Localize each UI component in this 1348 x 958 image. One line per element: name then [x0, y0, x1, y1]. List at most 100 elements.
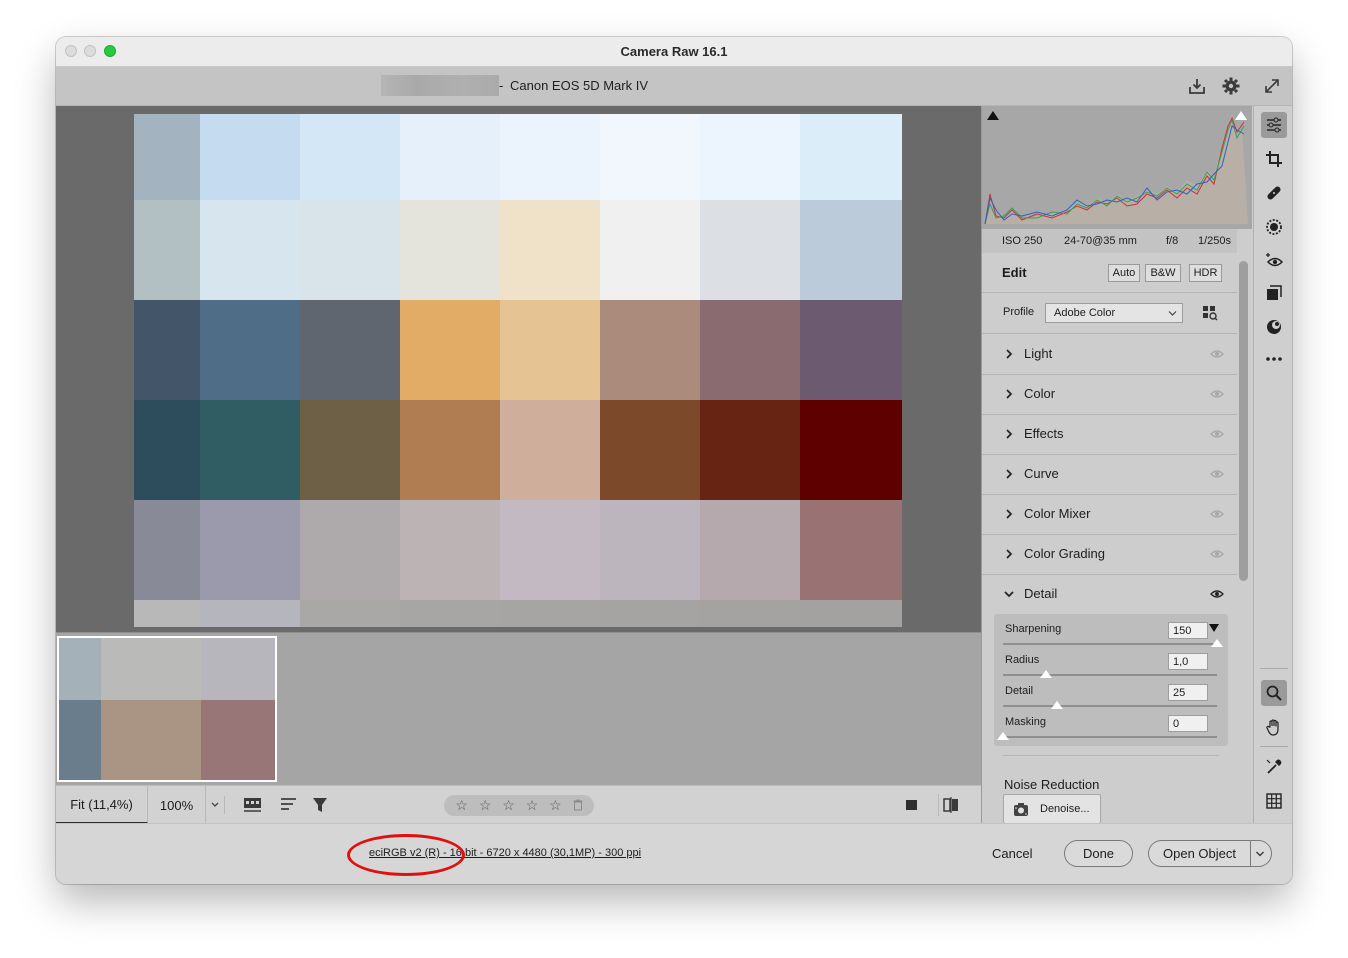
- cancel-button[interactable]: Cancel: [992, 846, 1032, 861]
- detail-sharpening-group: Sharpening 150 Radius 1,0 Detail 25 Mask…: [994, 614, 1228, 746]
- section-light[interactable]: Light: [982, 334, 1237, 375]
- sort-icon[interactable]: [278, 795, 300, 815]
- zoom-dropdown-chevron-icon[interactable]: [206, 796, 225, 814]
- open-object-button[interactable]: Open Object: [1148, 840, 1272, 867]
- histogram-graph: [984, 114, 1248, 225]
- hand-icon[interactable]: [1261, 714, 1287, 740]
- star-icon[interactable]: ☆: [526, 797, 539, 814]
- photo-preview[interactable]: [134, 114, 902, 627]
- visibility-eye-icon[interactable]: [1210, 348, 1224, 360]
- section-color[interactable]: Color: [982, 374, 1237, 415]
- visibility-eye-icon[interactable]: [1210, 508, 1224, 520]
- thumbnail-pixel-block: [59, 700, 101, 780]
- detail-slider-knob[interactable]: [1050, 701, 1063, 709]
- section-curve[interactable]: Curve: [982, 454, 1237, 495]
- edit-sliders-icon[interactable]: [1261, 112, 1287, 138]
- masking-value-field[interactable]: 0: [1168, 715, 1208, 732]
- presets-stack-icon[interactable]: [1261, 280, 1287, 306]
- fit-zoom-button[interactable]: Fit (11,4%): [56, 786, 148, 824]
- photo-pixel-block: [134, 300, 200, 400]
- profile-browser-grid-icon[interactable]: [1201, 304, 1219, 322]
- chevron-down-icon: [1168, 311, 1177, 316]
- photo-pixel-block: [400, 600, 500, 627]
- detail-value-field[interactable]: 25: [1168, 684, 1208, 701]
- bottom-view-bar: Fit (11,4%) 100% ☆ ☆ ☆ ☆ ☆: [56, 785, 981, 824]
- radius-value-field[interactable]: 1,0: [1168, 653, 1208, 670]
- masking-icon[interactable]: [1261, 214, 1287, 240]
- section-effects[interactable]: Effects: [982, 414, 1237, 455]
- aperture-value: f/8: [1166, 235, 1179, 247]
- radius-slider-track[interactable]: [1003, 674, 1217, 676]
- photo-pixel-block: [134, 600, 200, 627]
- section-detail[interactable]: Detail: [982, 574, 1237, 614]
- visibility-eye-icon[interactable]: [1210, 468, 1224, 480]
- bw-button[interactable]: B&W: [1145, 264, 1181, 282]
- grid-overlay-icon[interactable]: [1261, 788, 1287, 814]
- sharpening-value-field[interactable]: 150: [1168, 622, 1208, 639]
- thumbnail-pixel-block: [101, 638, 201, 700]
- star-icon[interactable]: ☆: [549, 797, 562, 814]
- photo-pixel-block: [800, 400, 902, 500]
- highlight-clipping-warning-icon[interactable]: [1234, 109, 1248, 124]
- sharpening-expand-triangle-icon[interactable]: [1209, 624, 1219, 633]
- download-tray-icon[interactable]: [1186, 75, 1208, 97]
- chevron-right-icon: [1006, 429, 1013, 439]
- visibility-eye-icon[interactable]: [1210, 548, 1224, 560]
- visibility-eye-icon[interactable]: [1210, 388, 1224, 400]
- profile-select[interactable]: Adobe Color: [1045, 303, 1183, 323]
- photo-pixel-block: [800, 300, 902, 400]
- red-eye-icon[interactable]: [1261, 248, 1287, 274]
- healing-bandage-icon[interactable]: [1261, 180, 1287, 206]
- radius-slider-knob[interactable]: [1039, 670, 1052, 678]
- denoise-button[interactable]: Denoise...: [1003, 794, 1101, 824]
- photo-pixel-block: [400, 114, 500, 200]
- panel-scrollbar[interactable]: [1239, 261, 1248, 581]
- sharpening-slider-knob[interactable]: [1211, 639, 1223, 647]
- expand-arrows-icon[interactable]: [1261, 75, 1283, 97]
- gear-icon[interactable]: [1220, 75, 1242, 97]
- photo-pixel-block: [300, 500, 400, 600]
- view-mode-icon[interactable]: [902, 796, 922, 814]
- crop-icon[interactable]: [1261, 146, 1287, 172]
- section-label: Color Mixer: [1024, 506, 1091, 521]
- shadow-clipping-warning-icon[interactable]: [986, 109, 1000, 124]
- filmstrip-thumbnail[interactable]: [57, 636, 277, 782]
- snapshots-icon[interactable]: [1261, 314, 1287, 340]
- visibility-eye-icon[interactable]: [1210, 588, 1224, 600]
- trash-icon[interactable]: [573, 798, 583, 814]
- masking-slider-knob[interactable]: [997, 732, 1009, 740]
- section-label: Color Grading: [1024, 546, 1105, 561]
- photo-pixel-block: [134, 400, 200, 500]
- photo-pixel-block: [500, 200, 600, 300]
- detail-slider-track[interactable]: [1003, 705, 1217, 707]
- photo-pixel-block: [200, 400, 300, 500]
- star-rating[interactable]: ☆ ☆ ☆ ☆ ☆: [444, 795, 594, 816]
- camera-model-label: Canon EOS 5D Mark IV: [510, 78, 648, 93]
- zoom-magnifier-icon[interactable]: [1261, 680, 1287, 706]
- hdr-button[interactable]: HDR: [1189, 264, 1222, 282]
- photo-pixel-block: [300, 114, 400, 200]
- star-icon[interactable]: ☆: [455, 797, 468, 814]
- masking-slider-track[interactable]: [1003, 736, 1217, 738]
- chevron-down-icon[interactable]: [1255, 850, 1265, 858]
- zoom-100-button[interactable]: 100%: [148, 786, 206, 824]
- section-color-mixer[interactable]: Color Mixer: [982, 494, 1237, 535]
- denoise-icon: [1014, 803, 1028, 816]
- star-icon[interactable]: ☆: [479, 797, 492, 814]
- tool-divider: [1260, 668, 1288, 669]
- star-icon[interactable]: ☆: [502, 797, 515, 814]
- more-options-icon[interactable]: [1261, 346, 1287, 372]
- detail-label: Detail: [1005, 685, 1034, 697]
- filmstrip-toggle-icon[interactable]: [242, 795, 266, 815]
- open-object-label: Open Object: [1163, 846, 1236, 861]
- done-button[interactable]: Done: [1064, 840, 1133, 867]
- sharpening-slider-track[interactable]: [1003, 643, 1217, 645]
- eyedropper-icon[interactable]: [1261, 754, 1287, 780]
- section-color-grading[interactable]: Color Grading: [982, 534, 1237, 575]
- filter-funnel-icon[interactable]: [310, 795, 332, 815]
- auto-button[interactable]: Auto: [1108, 264, 1140, 282]
- before-after-compare-icon[interactable]: [938, 794, 963, 816]
- image-canvas[interactable]: [56, 106, 981, 632]
- visibility-eye-icon[interactable]: [1210, 428, 1224, 440]
- photo-pixel-block: [600, 200, 700, 300]
